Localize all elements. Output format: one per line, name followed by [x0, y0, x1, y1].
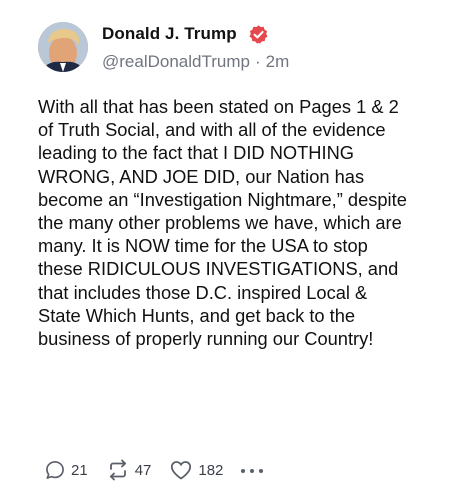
- like-button[interactable]: 182: [169, 459, 223, 481]
- author-display-name[interactable]: Donald J. Trump: [102, 24, 237, 44]
- dot: [241, 469, 246, 473]
- reply-icon: [46, 461, 64, 479]
- author-handle[interactable]: @realDonaldTrump: [102, 52, 250, 71]
- reply-button[interactable]: 21: [44, 459, 88, 481]
- heart-icon: [171, 461, 192, 480]
- separator-dot: ·: [254, 52, 261, 71]
- repost-count: 47: [134, 461, 152, 479]
- repost-button[interactable]: 47: [106, 459, 152, 481]
- post-card: Donald J. Trump @realDonaldTrump · 2m With…: [0, 0, 454, 500]
- more-dots-icon[interactable]: [241, 467, 264, 473]
- avatar[interactable]: [38, 22, 88, 72]
- dot: [250, 469, 255, 473]
- like-count: 182: [198, 461, 224, 479]
- action-bar: 21 47 182: [44, 458, 264, 482]
- post-body: With all that has been stated on Pages 1…: [38, 96, 412, 350]
- repost-icon: [109, 459, 126, 481]
- handle-row: @realDonaldTrump · 2m: [102, 52, 289, 72]
- dot: [259, 469, 264, 473]
- verified-badge-icon: [249, 25, 268, 44]
- post-timestamp[interactable]: 2m: [266, 52, 290, 71]
- reply-count: 21: [71, 461, 88, 479]
